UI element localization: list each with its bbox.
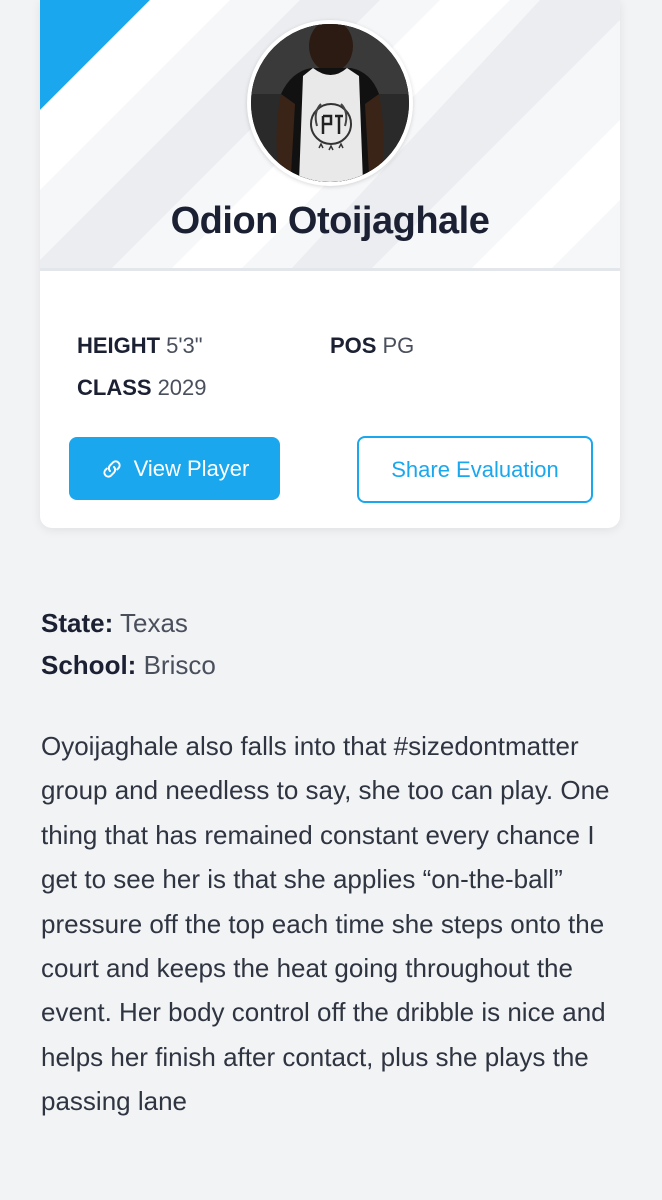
player-card: Odion Otoijaghale HEIGHT 5'3" POS PG CLASS… xyxy=(40,0,620,528)
position-stat: POS PG xyxy=(330,333,414,359)
card-header: Odion Otoijaghale xyxy=(40,0,620,268)
school-label: School: xyxy=(41,650,137,680)
height-label: HEIGHT xyxy=(77,333,161,358)
player-photo xyxy=(251,24,409,182)
class-value: 2029 xyxy=(157,375,207,400)
header-divider xyxy=(40,268,620,271)
link-icon xyxy=(100,457,124,481)
player-avatar xyxy=(247,20,413,186)
position-label: POS xyxy=(330,333,377,358)
state-line: State: Texas xyxy=(41,608,188,639)
position-value: PG xyxy=(382,333,415,358)
state-value: Texas xyxy=(120,608,188,638)
height-stat: HEIGHT 5'3" xyxy=(77,333,203,359)
school-value: Brisco xyxy=(143,650,216,680)
view-player-button[interactable]: View Player xyxy=(69,437,280,500)
state-label: State: xyxy=(41,608,114,638)
school-line: School: Brisco xyxy=(41,650,216,681)
evaluation-text: Oyoijaghale also falls into that #sizedo… xyxy=(41,731,610,1117)
player-name: Odion Otoijaghale xyxy=(170,200,490,242)
share-evaluation-label: Share Evaluation xyxy=(391,456,559,482)
class-label: CLASS xyxy=(77,375,152,400)
class-stat: CLASS 2029 xyxy=(77,375,207,401)
view-player-label: View Player xyxy=(133,455,250,481)
share-evaluation-button[interactable]: Share Evaluation xyxy=(357,436,593,503)
height-value: 5'3" xyxy=(166,333,203,358)
